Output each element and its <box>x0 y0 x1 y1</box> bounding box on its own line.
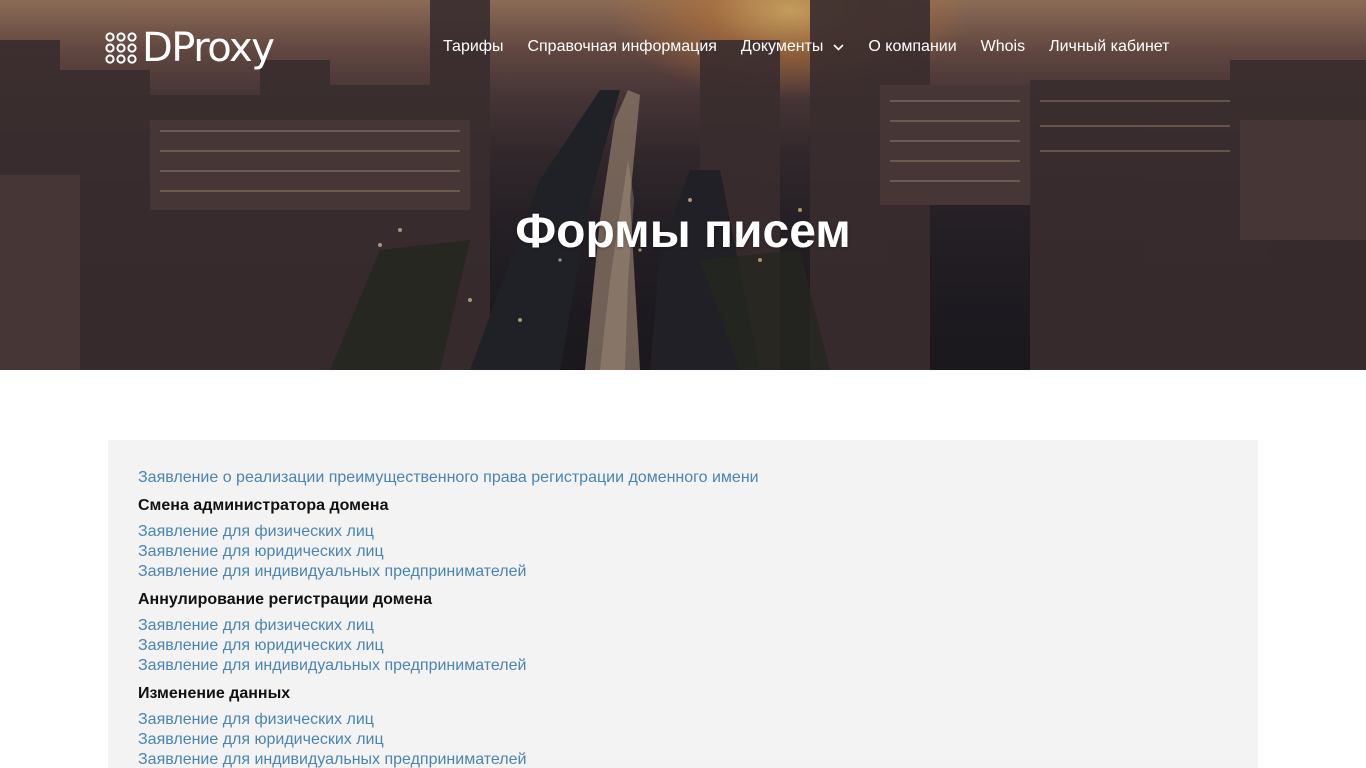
section-admin-change: Смена администратора домена Заявление дл… <box>138 496 1228 582</box>
priority-right-application-link[interactable]: Заявление о реализации преимущественного… <box>138 468 1228 488</box>
section-heading: Изменение данных <box>138 685 291 702</box>
nav-personal-account[interactable]: Личный кабинет <box>1049 36 1169 58</box>
admin-change-entrepreneurs-link[interactable]: Заявление для индивидуальных предпринима… <box>138 562 1228 582</box>
hero-banner: DProxy Тарифы Справочная информация Доку… <box>0 0 1366 370</box>
section-registration-cancellation: Аннулирование регистрации домена Заявлен… <box>138 590 1228 676</box>
section-data-change: Изменение данных Заявление для физически… <box>138 684 1228 768</box>
page-title: Формы писем <box>515 205 851 258</box>
data-change-legal-entities-link[interactable]: Заявление для юридических лиц <box>138 730 1228 750</box>
cancellation-entrepreneurs-link[interactable]: Заявление для индивидуальных предпринима… <box>138 656 1228 676</box>
letter-forms-list: Заявление о реализации преимущественного… <box>108 440 1258 768</box>
section-heading: Аннулирование регистрации домена <box>138 591 433 608</box>
nav-documents-dropdown[interactable]: Документы <box>741 36 844 58</box>
data-change-individuals-link[interactable]: Заявление для физических лиц <box>138 710 1228 730</box>
main-nav: Тарифы Справочная информация Документы О… <box>443 36 1169 58</box>
nav-about-company[interactable]: О компании <box>868 36 956 58</box>
nav-whois[interactable]: Whois <box>981 36 1025 58</box>
data-change-entrepreneurs-link[interactable]: Заявление для индивидуальных предпринима… <box>138 750 1228 768</box>
dproxy-logo[interactable]: DProxy <box>104 25 275 71</box>
chevron-down-icon <box>833 43 844 51</box>
admin-change-individuals-link[interactable]: Заявление для физических лиц <box>138 522 1228 542</box>
logo-text: DProxy <box>142 25 275 71</box>
nav-tariffs[interactable]: Тарифы <box>443 36 503 58</box>
nav-reference-info[interactable]: Справочная информация <box>527 36 716 58</box>
admin-change-legal-entities-link[interactable]: Заявление для юридических лиц <box>138 542 1228 562</box>
nav-documents-label: Документы <box>740 38 824 55</box>
logo-mark-icon <box>105 32 137 64</box>
section-heading: Смена администратора домена <box>138 497 389 514</box>
cancellation-individuals-link[interactable]: Заявление для физических лиц <box>138 616 1228 636</box>
cancellation-legal-entities-link[interactable]: Заявление для юридических лиц <box>138 636 1228 656</box>
